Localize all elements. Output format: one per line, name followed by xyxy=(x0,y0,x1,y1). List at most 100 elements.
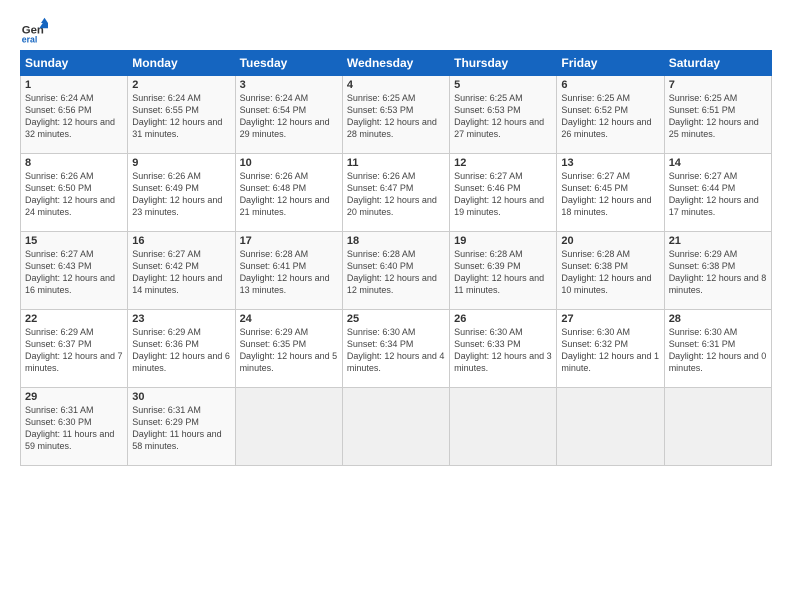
calendar-cell xyxy=(342,388,449,466)
day-number: 28 xyxy=(669,313,767,325)
column-header-monday: Monday xyxy=(128,51,235,76)
day-content: Sunrise: 6:30 AMSunset: 6:31 PMDaylight:… xyxy=(669,326,767,375)
calendar-cell xyxy=(235,388,342,466)
day-content: Sunrise: 6:28 AMSunset: 6:40 PMDaylight:… xyxy=(347,248,445,297)
day-number: 18 xyxy=(347,235,445,247)
calendar-cell: 13Sunrise: 6:27 AMSunset: 6:45 PMDayligh… xyxy=(557,154,664,232)
calendar-cell: 29Sunrise: 6:31 AMSunset: 6:30 PMDayligh… xyxy=(21,388,128,466)
calendar-cell: 6Sunrise: 6:25 AMSunset: 6:52 PMDaylight… xyxy=(557,76,664,154)
logo: Gen eral xyxy=(20,16,52,44)
day-number: 6 xyxy=(561,79,659,91)
calendar-cell: 2Sunrise: 6:24 AMSunset: 6:55 PMDaylight… xyxy=(128,76,235,154)
day-number: 2 xyxy=(132,79,230,91)
day-content: Sunrise: 6:24 AMSunset: 6:55 PMDaylight:… xyxy=(132,92,230,141)
day-content: Sunrise: 6:26 AMSunset: 6:48 PMDaylight:… xyxy=(240,170,338,219)
day-number: 3 xyxy=(240,79,338,91)
day-number: 15 xyxy=(25,235,123,247)
calendar-cell: 1Sunrise: 6:24 AMSunset: 6:56 PMDaylight… xyxy=(21,76,128,154)
day-number: 19 xyxy=(454,235,552,247)
calendar-cell: 5Sunrise: 6:25 AMSunset: 6:53 PMDaylight… xyxy=(450,76,557,154)
calendar-cell: 23Sunrise: 6:29 AMSunset: 6:36 PMDayligh… xyxy=(128,310,235,388)
day-number: 5 xyxy=(454,79,552,91)
column-header-wednesday: Wednesday xyxy=(342,51,449,76)
calendar-cell: 14Sunrise: 6:27 AMSunset: 6:44 PMDayligh… xyxy=(664,154,771,232)
calendar-cell: 9Sunrise: 6:26 AMSunset: 6:49 PMDaylight… xyxy=(128,154,235,232)
day-content: Sunrise: 6:28 AMSunset: 6:38 PMDaylight:… xyxy=(561,248,659,297)
svg-text:eral: eral xyxy=(22,34,38,44)
day-number: 27 xyxy=(561,313,659,325)
day-content: Sunrise: 6:24 AMSunset: 6:54 PMDaylight:… xyxy=(240,92,338,141)
day-content: Sunrise: 6:25 AMSunset: 6:53 PMDaylight:… xyxy=(347,92,445,141)
day-content: Sunrise: 6:28 AMSunset: 6:39 PMDaylight:… xyxy=(454,248,552,297)
day-content: Sunrise: 6:31 AMSunset: 6:30 PMDaylight:… xyxy=(25,404,123,453)
day-content: Sunrise: 6:30 AMSunset: 6:33 PMDaylight:… xyxy=(454,326,552,375)
day-number: 7 xyxy=(669,79,767,91)
calendar-cell: 12Sunrise: 6:27 AMSunset: 6:46 PMDayligh… xyxy=(450,154,557,232)
day-number: 4 xyxy=(347,79,445,91)
calendar-header-row: SundayMondayTuesdayWednesdayThursdayFrid… xyxy=(21,51,772,76)
day-number: 22 xyxy=(25,313,123,325)
calendar-table: SundayMondayTuesdayWednesdayThursdayFrid… xyxy=(20,50,772,466)
day-number: 21 xyxy=(669,235,767,247)
day-content: Sunrise: 6:25 AMSunset: 6:52 PMDaylight:… xyxy=(561,92,659,141)
day-content: Sunrise: 6:27 AMSunset: 6:43 PMDaylight:… xyxy=(25,248,123,297)
column-header-tuesday: Tuesday xyxy=(235,51,342,76)
logo-icon: Gen eral xyxy=(20,16,48,44)
day-content: Sunrise: 6:27 AMSunset: 6:45 PMDaylight:… xyxy=(561,170,659,219)
header: Gen eral xyxy=(20,16,772,44)
calendar-week-row: 29Sunrise: 6:31 AMSunset: 6:30 PMDayligh… xyxy=(21,388,772,466)
day-number: 23 xyxy=(132,313,230,325)
day-content: Sunrise: 6:29 AMSunset: 6:37 PMDaylight:… xyxy=(25,326,123,375)
day-number: 25 xyxy=(347,313,445,325)
calendar-cell: 4Sunrise: 6:25 AMSunset: 6:53 PMDaylight… xyxy=(342,76,449,154)
calendar-cell: 25Sunrise: 6:30 AMSunset: 6:34 PMDayligh… xyxy=(342,310,449,388)
calendar-cell: 19Sunrise: 6:28 AMSunset: 6:39 PMDayligh… xyxy=(450,232,557,310)
day-content: Sunrise: 6:29 AMSunset: 6:38 PMDaylight:… xyxy=(669,248,767,297)
day-content: Sunrise: 6:24 AMSunset: 6:56 PMDaylight:… xyxy=(25,92,123,141)
day-number: 10 xyxy=(240,157,338,169)
day-content: Sunrise: 6:31 AMSunset: 6:29 PMDaylight:… xyxy=(132,404,230,453)
day-number: 17 xyxy=(240,235,338,247)
day-number: 9 xyxy=(132,157,230,169)
calendar-week-row: 1Sunrise: 6:24 AMSunset: 6:56 PMDaylight… xyxy=(21,76,772,154)
day-content: Sunrise: 6:25 AMSunset: 6:53 PMDaylight:… xyxy=(454,92,552,141)
calendar-cell: 30Sunrise: 6:31 AMSunset: 6:29 PMDayligh… xyxy=(128,388,235,466)
calendar-cell xyxy=(664,388,771,466)
calendar-cell: 27Sunrise: 6:30 AMSunset: 6:32 PMDayligh… xyxy=(557,310,664,388)
calendar-week-row: 8Sunrise: 6:26 AMSunset: 6:50 PMDaylight… xyxy=(21,154,772,232)
day-content: Sunrise: 6:26 AMSunset: 6:50 PMDaylight:… xyxy=(25,170,123,219)
day-content: Sunrise: 6:30 AMSunset: 6:32 PMDaylight:… xyxy=(561,326,659,375)
calendar-cell: 20Sunrise: 6:28 AMSunset: 6:38 PMDayligh… xyxy=(557,232,664,310)
calendar-cell xyxy=(557,388,664,466)
day-content: Sunrise: 6:29 AMSunset: 6:35 PMDaylight:… xyxy=(240,326,338,375)
day-content: Sunrise: 6:28 AMSunset: 6:41 PMDaylight:… xyxy=(240,248,338,297)
calendar-cell: 18Sunrise: 6:28 AMSunset: 6:40 PMDayligh… xyxy=(342,232,449,310)
page-container: Gen eral SundayMondayTuesdayWednesdayThu… xyxy=(0,0,792,476)
day-content: Sunrise: 6:25 AMSunset: 6:51 PMDaylight:… xyxy=(669,92,767,141)
day-number: 16 xyxy=(132,235,230,247)
day-number: 26 xyxy=(454,313,552,325)
day-number: 20 xyxy=(561,235,659,247)
calendar-cell: 7Sunrise: 6:25 AMSunset: 6:51 PMDaylight… xyxy=(664,76,771,154)
calendar-cell: 15Sunrise: 6:27 AMSunset: 6:43 PMDayligh… xyxy=(21,232,128,310)
calendar-cell: 11Sunrise: 6:26 AMSunset: 6:47 PMDayligh… xyxy=(342,154,449,232)
day-number: 24 xyxy=(240,313,338,325)
day-number: 12 xyxy=(454,157,552,169)
column-header-thursday: Thursday xyxy=(450,51,557,76)
day-number: 8 xyxy=(25,157,123,169)
day-number: 30 xyxy=(132,391,230,403)
day-number: 14 xyxy=(669,157,767,169)
calendar-cell: 16Sunrise: 6:27 AMSunset: 6:42 PMDayligh… xyxy=(128,232,235,310)
calendar-cell: 21Sunrise: 6:29 AMSunset: 6:38 PMDayligh… xyxy=(664,232,771,310)
day-number: 1 xyxy=(25,79,123,91)
day-content: Sunrise: 6:26 AMSunset: 6:47 PMDaylight:… xyxy=(347,170,445,219)
calendar-cell xyxy=(450,388,557,466)
calendar-cell: 17Sunrise: 6:28 AMSunset: 6:41 PMDayligh… xyxy=(235,232,342,310)
calendar-cell: 28Sunrise: 6:30 AMSunset: 6:31 PMDayligh… xyxy=(664,310,771,388)
column-header-saturday: Saturday xyxy=(664,51,771,76)
calendar-week-row: 15Sunrise: 6:27 AMSunset: 6:43 PMDayligh… xyxy=(21,232,772,310)
column-header-sunday: Sunday xyxy=(21,51,128,76)
calendar-cell: 10Sunrise: 6:26 AMSunset: 6:48 PMDayligh… xyxy=(235,154,342,232)
day-number: 13 xyxy=(561,157,659,169)
column-header-friday: Friday xyxy=(557,51,664,76)
